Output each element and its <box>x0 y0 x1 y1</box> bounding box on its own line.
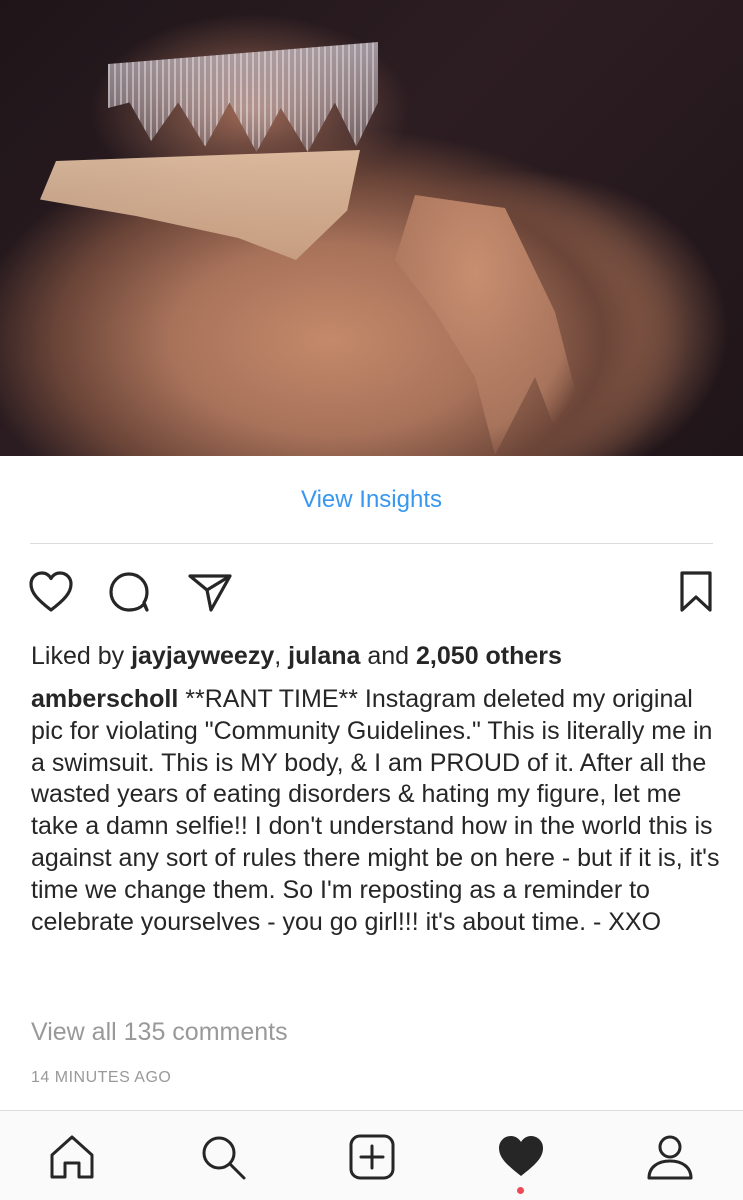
profile-icon[interactable] <box>644 1131 696 1183</box>
likes-separator: , <box>274 642 282 670</box>
heart-outline-icon[interactable] <box>28 570 74 614</box>
photo-belt-shape <box>108 42 378 152</box>
post-photo[interactable] <box>0 0 743 456</box>
liker-username[interactable]: julana <box>288 642 360 670</box>
divider <box>30 543 713 544</box>
post-timestamp: 14 MINUTES AGO <box>31 1069 172 1086</box>
likes-prefix: Liked by <box>31 642 125 670</box>
view-all-comments-link[interactable]: View all 135 comments <box>31 1013 288 1051</box>
activity-notification-dot <box>517 1187 524 1194</box>
likes-others-link[interactable]: 2,050 others <box>416 642 562 670</box>
share-icon[interactable] <box>187 570 233 614</box>
search-icon[interactable] <box>197 1131 249 1183</box>
post-caption: amberscholl **RANT TIME** Instagram dele… <box>31 684 721 938</box>
bottom-tab-bar <box>0 1110 743 1200</box>
activity-heart-icon[interactable] <box>495 1131 547 1183</box>
likes-and: and <box>367 642 410 670</box>
caption-username[interactable]: amberscholl <box>31 685 178 713</box>
liker-username[interactable]: jayjayweezy <box>131 642 274 670</box>
post-action-bar <box>0 570 743 614</box>
likes-summary: Liked by jayjayweezy, julana and 2,050 o… <box>31 638 562 674</box>
bookmark-icon[interactable] <box>676 570 716 614</box>
photo-swimsuit-shape <box>40 150 360 260</box>
home-icon[interactable] <box>46 1131 98 1183</box>
caption-text: **RANT TIME** Instagram deleted my origi… <box>31 685 720 936</box>
new-post-icon[interactable] <box>346 1131 398 1183</box>
view-insights-link[interactable]: View Insights <box>0 480 743 520</box>
comment-icon[interactable] <box>106 570 152 614</box>
photo-hand-shape <box>395 195 585 455</box>
